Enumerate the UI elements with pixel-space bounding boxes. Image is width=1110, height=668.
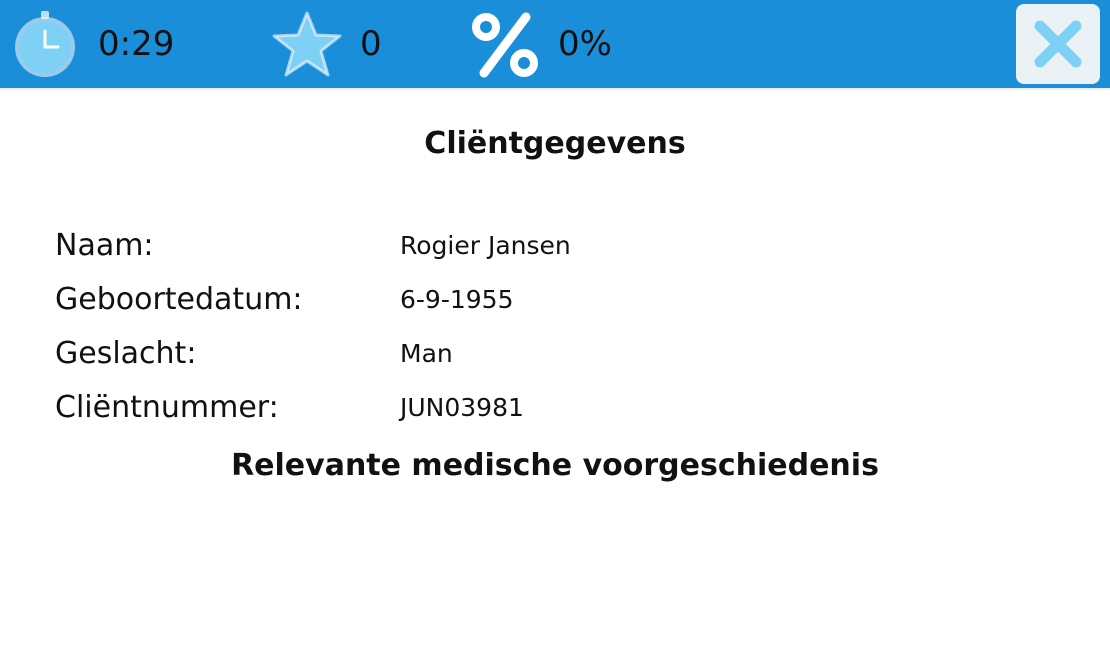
medical-history-title: Relevante medische voorgeschiedenis [231,448,879,483]
detail-row-name: Naam: Rogier Jansen [55,218,955,272]
detail-value: Man [400,338,453,368]
detail-value: Rogier Jansen [400,230,571,260]
stopwatch-icon [15,11,75,77]
timer-value: 0:29 [98,24,175,64]
detail-row-client-number: Cliëntnummer: JUN03981 [55,380,955,434]
detail-value: 6-9-1955 [400,284,514,314]
score-stat: 0% [468,0,612,88]
top-bar: 0:29 0 0% [0,0,1110,88]
detail-label: Naam: [55,227,154,263]
close-icon [1034,20,1082,68]
stars-stat: 0 [270,0,382,88]
detail-label: Cliëntnummer: [55,389,279,425]
star-icon [272,11,342,77]
percent-icon [472,12,538,78]
timer-stat: 0:29 [8,0,174,88]
client-details-list: Naam: Rogier Jansen Geboortedatum: 6-9-1… [55,218,955,434]
client-details-title: Cliëntgegevens [424,126,686,161]
stars-value: 0 [360,24,382,64]
detail-row-gender: Geslacht: Man [55,326,955,380]
detail-value: JUN03981 [400,392,524,422]
detail-row-birthdate: Geboortedatum: 6-9-1955 [55,272,955,326]
score-value: 0% [558,24,612,64]
app-window: 0:29 0 0% Cliëntgegevens Naam: Rogier Ja… [0,0,1110,668]
close-button[interactable] [1016,4,1100,84]
detail-label: Geslacht: [55,335,197,371]
detail-label: Geboortedatum: [55,281,303,317]
